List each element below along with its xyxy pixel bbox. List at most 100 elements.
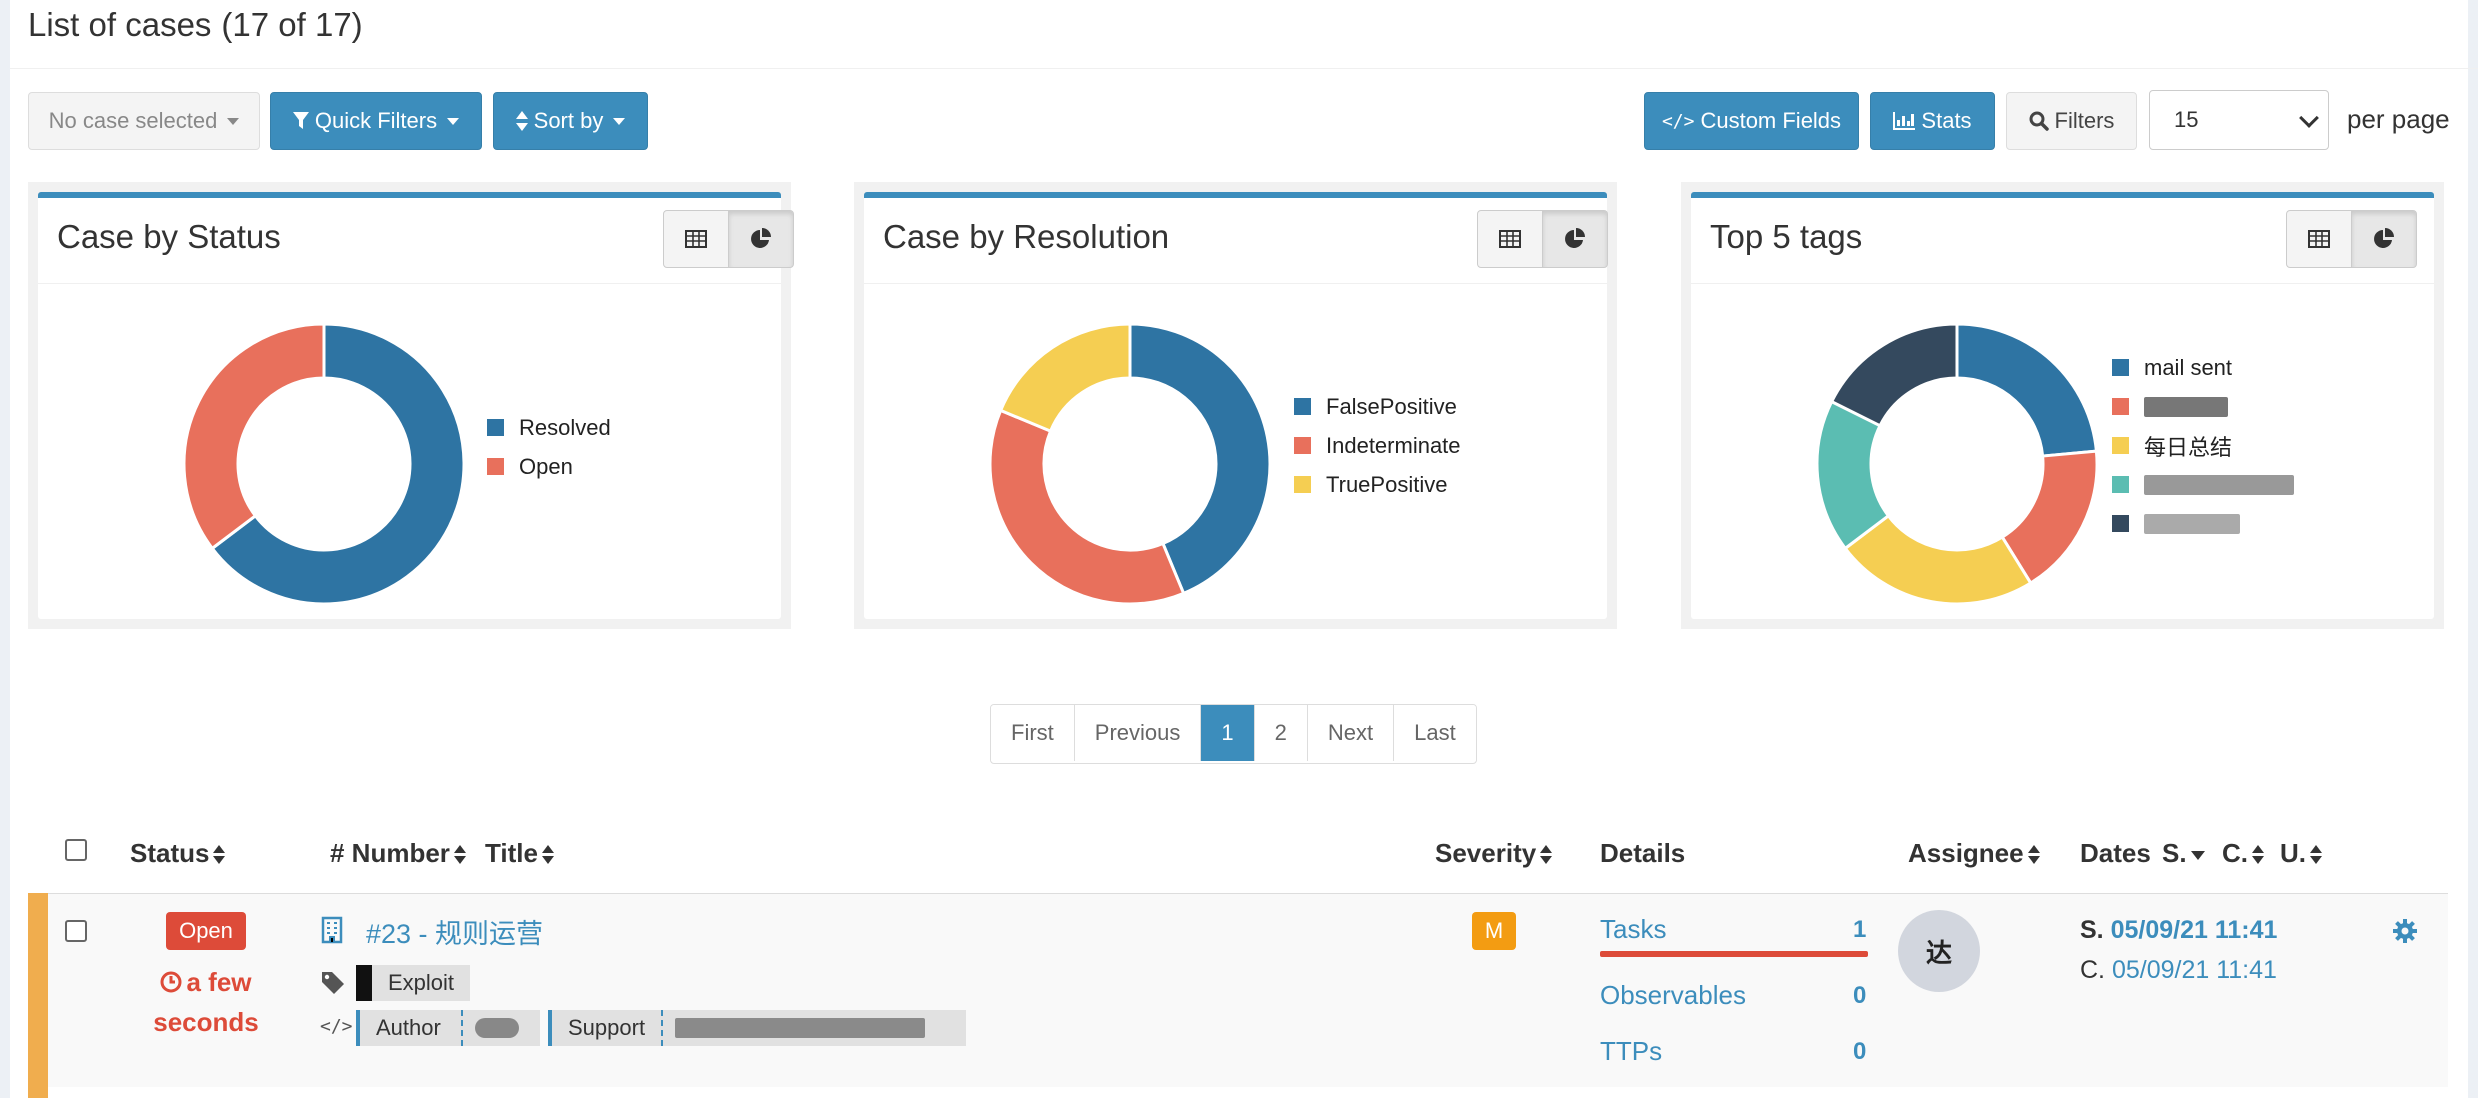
donut-slice[interactable]: [182, 322, 326, 551]
legend-swatch: [2112, 515, 2129, 532]
code-icon: </>: [1661, 110, 1695, 132]
date-value[interactable]: 05/09/21 11:41: [2111, 916, 2278, 944]
page-previous[interactable]: Previous: [1074, 705, 1202, 761]
column-label: Assignee: [1908, 838, 2024, 868]
legend-item-resolved: Resolved: [487, 408, 611, 447]
assignee-avatar[interactable]: 达: [1898, 910, 1980, 992]
quick-filters-button[interactable]: Quick Filters: [270, 92, 482, 150]
date-label: S.: [2080, 916, 2104, 944]
tags-legend: mail sent 每日总结: [2112, 348, 2294, 543]
column-label: # Number: [330, 838, 450, 868]
table-view-button[interactable]: [2286, 210, 2352, 268]
table-icon: [685, 230, 707, 248]
page-next[interactable]: Next: [1307, 705, 1395, 761]
legend-item-redacted: [2112, 504, 2294, 543]
divider: [460, 1010, 463, 1046]
clock-icon: [160, 971, 182, 993]
column-label: S.: [2162, 838, 2187, 868]
custom-fields-label: Custom Fields: [1700, 108, 1842, 133]
donut-slice[interactable]: [1829, 322, 1959, 428]
sort-icon: [1540, 845, 1553, 865]
widget-case-by-resolution: Case by Resolution FalsePositive Indeter…: [854, 182, 1617, 629]
date-value[interactable]: 05/09/21 11:41: [2112, 956, 2277, 984]
status-donut-chart: [182, 322, 466, 606]
stats-button[interactable]: Stats: [1870, 92, 1995, 150]
column-updated-date[interactable]: U.: [2280, 838, 2322, 869]
legend-label: TruePositive: [1326, 471, 1448, 497]
column-label: C.: [2222, 838, 2248, 868]
legend-label: Indeterminate: [1326, 432, 1461, 458]
filters-button[interactable]: Filters: [2006, 92, 2137, 150]
donut-slice[interactable]: [988, 408, 1186, 606]
redacted-value: [675, 1018, 926, 1038]
gear-icon[interactable]: [2392, 918, 2418, 944]
column-label: Dates: [2080, 838, 2151, 868]
chart-view-button[interactable]: [728, 210, 794, 268]
column-label: Details: [1600, 838, 1686, 868]
column-title[interactable]: Title: [485, 838, 554, 869]
tasks-count[interactable]: 1: [1853, 916, 1866, 944]
per-page-select[interactable]: 15: [2149, 90, 2329, 150]
chart-view-button[interactable]: [2351, 210, 2417, 268]
sort-icon: [453, 845, 466, 865]
column-label: Severity: [1435, 838, 1537, 868]
observables-link[interactable]: Observables: [1600, 980, 1746, 1011]
legend-swatch: [2112, 398, 2129, 415]
column-assignee[interactable]: Assignee: [1908, 838, 2040, 869]
table-view-button[interactable]: [663, 210, 729, 268]
column-created-date[interactable]: C.: [2222, 838, 2264, 869]
tasks-link[interactable]: Tasks: [1600, 914, 1666, 945]
sort-by-button[interactable]: Sort by: [493, 92, 648, 150]
observables-count[interactable]: 0: [1853, 982, 1866, 1010]
created-date: C. 05/09/21 11:41: [2080, 956, 2277, 985]
case-title-link[interactable]: #23 - 规则运营: [366, 912, 543, 951]
column-status[interactable]: Status: [130, 838, 226, 869]
widget-title: Case by Status: [57, 218, 281, 255]
legend-label: Open: [519, 453, 573, 479]
widget-title: Top 5 tags: [1710, 218, 1863, 255]
legend-swatch: [2112, 476, 2129, 493]
page-1[interactable]: 1: [1201, 705, 1255, 761]
tag-exploit[interactable]: Exploit: [356, 965, 470, 1001]
severity-badge: M: [1472, 912, 1516, 950]
donut-slice[interactable]: [998, 322, 1132, 434]
redacted-label: [2144, 513, 2240, 534]
status-badge: Open: [166, 912, 246, 950]
caret-down-icon: [613, 117, 626, 125]
code-icon: </>: [320, 1016, 353, 1037]
no-case-selected-dropdown[interactable]: No case selected: [28, 92, 260, 150]
column-number[interactable]: # Number: [330, 838, 466, 869]
table-view-button[interactable]: [1477, 210, 1543, 268]
legend-item-mail-sent: mail sent: [2112, 348, 2294, 387]
search-icon: [2029, 111, 2049, 131]
chevron-down-icon: [2299, 108, 2319, 128]
ttps-link[interactable]: TTPs: [1600, 1036, 1662, 1067]
column-severity[interactable]: Severity: [1435, 838, 1553, 869]
row-checkbox[interactable]: [65, 920, 87, 942]
page-first[interactable]: First: [991, 705, 1075, 761]
stats-label: Stats: [1921, 108, 1972, 133]
sort-desc-icon: [2190, 850, 2205, 860]
start-date: S. 05/09/21 11:41: [2080, 916, 2277, 945]
legend-label: FalsePositive: [1326, 393, 1457, 419]
caret-down-icon: [227, 117, 240, 125]
select-all-checkbox[interactable]: [65, 839, 87, 861]
legend-swatch: [487, 419, 504, 436]
bar-chart-icon: [1893, 112, 1916, 130]
status-legend: Resolved Open: [487, 408, 611, 486]
sort-icon: [2027, 845, 2040, 865]
column-label: Title: [485, 838, 538, 868]
divider: [1691, 283, 2434, 284]
chart-view-button[interactable]: [1542, 210, 1608, 268]
custom-fields-button[interactable]: </> Custom Fields: [1644, 92, 1859, 150]
page-last[interactable]: Last: [1394, 705, 1476, 761]
date-label: C.: [2080, 956, 2105, 984]
ttps-count[interactable]: 0: [1853, 1038, 1866, 1066]
sort-by-label: Sort by: [533, 108, 604, 133]
caret-down-icon: [447, 117, 460, 125]
page-2[interactable]: 2: [1254, 705, 1308, 761]
donut-slice[interactable]: [1955, 322, 2099, 458]
legend-swatch: [1294, 437, 1311, 454]
pie-chart-icon: [1565, 228, 1585, 248]
column-start-date[interactable]: S.: [2162, 838, 2205, 869]
